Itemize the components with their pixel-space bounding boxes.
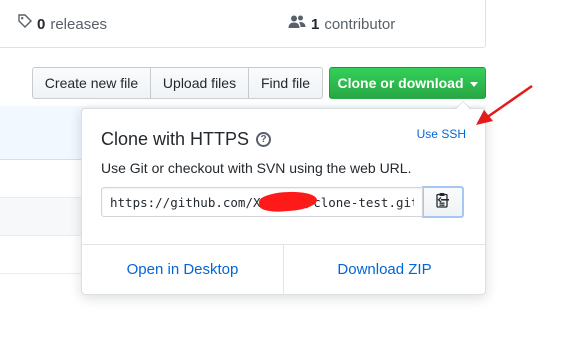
contributors-label: contributor xyxy=(324,15,396,33)
clone-title: Clone with HTTPS ? xyxy=(101,129,272,150)
clone-dropdown: Clone with HTTPS ? Use SSH Use Git or ch… xyxy=(81,101,486,295)
open-in-desktop-button[interactable]: Open in Desktop xyxy=(82,245,283,294)
people-icon xyxy=(288,14,306,34)
contributors-count: 1 xyxy=(311,15,320,33)
releases-count: 0 xyxy=(37,15,46,33)
tag-icon xyxy=(18,14,32,34)
clone-or-download-label: Clone or download xyxy=(337,75,464,91)
clone-title-text: Clone with HTTPS xyxy=(101,129,250,149)
releases-label: releases xyxy=(50,15,108,33)
contributors-link[interactable]: 1 contributor xyxy=(288,14,395,34)
clone-or-download-button[interactable]: Clone or download xyxy=(329,67,486,99)
numbers-summary: 0 releases 1 contributor xyxy=(0,0,486,48)
repo-page: 0 releases 1 contributor Create new file… xyxy=(0,0,568,355)
clone-url-group xyxy=(101,186,464,218)
dropdown-pointer xyxy=(455,101,471,109)
find-file-button[interactable]: Find file xyxy=(248,67,323,99)
clipboard-icon xyxy=(436,192,450,213)
clone-footer: Open in Desktop Download ZIP xyxy=(82,244,485,294)
question-icon[interactable]: ? xyxy=(256,132,272,147)
file-navigation-buttons: Create new file Upload files Find file xyxy=(32,67,323,99)
annotation-arrow-icon xyxy=(476,84,533,125)
use-ssh-link[interactable]: Use SSH xyxy=(417,127,466,141)
upload-files-button[interactable]: Upload files xyxy=(150,67,249,99)
releases-link[interactable]: 0 releases xyxy=(18,14,107,34)
copy-to-clipboard-button[interactable] xyxy=(422,186,464,218)
create-new-file-button[interactable]: Create new file xyxy=(32,67,151,99)
clone-description: Use Git or checkout with SVN using the w… xyxy=(101,160,412,176)
download-zip-button[interactable]: Download ZIP xyxy=(283,245,485,294)
